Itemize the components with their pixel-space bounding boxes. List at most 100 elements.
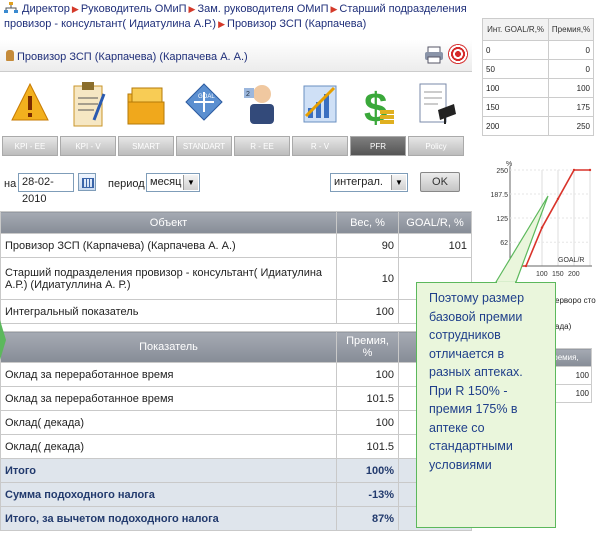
breadcrumb-arrow-icon: ▶	[188, 4, 196, 14]
module-smart[interactable]: SMART	[118, 76, 174, 158]
breadcrumb-director[interactable]: Директор	[22, 3, 70, 15]
table-row[interactable]: Оклад за переработанное время 100	[0, 362, 472, 387]
user-header: Провизор ЗСП (Карпачева) (Карпачева А. А…	[0, 40, 472, 72]
y-axis-label: %	[506, 161, 512, 168]
table-row[interactable]: Интегральный показатель 100	[0, 299, 472, 324]
bonus-chart: 62 125 187.5 250 100 150 200% GOAL/R	[482, 148, 594, 278]
column-header-object[interactable]: Объект	[0, 211, 337, 234]
object-name: Провизор ЗСП (Карпачева) (Карпачева А. А…	[0, 233, 337, 258]
indicator-value: 87%	[336, 506, 399, 531]
object-weight: 10	[336, 257, 399, 300]
scale-goal: 50	[481, 59, 550, 79]
module-r-v[interactable]: R - V	[292, 76, 348, 158]
scale-goal: 150	[481, 97, 550, 117]
breadcrumb-head-omip[interactable]: Руководитель ОМиП	[81, 3, 187, 15]
objects-table: Объект Вес, % GOAL/R, % Провизор ЗСП (Ка…	[0, 211, 472, 324]
left-edge-marker	[0, 320, 6, 360]
y-tick-label: 187.5	[490, 192, 508, 199]
table-row[interactable]: Старший подразделения провизор - консуль…	[0, 257, 472, 300]
data-point	[524, 264, 528, 268]
module-tab-label[interactable]: STANDART	[176, 136, 232, 156]
module-tab-label[interactable]: PFR	[350, 136, 406, 156]
period-label: период	[108, 178, 145, 190]
data-point	[556, 197, 560, 200]
person-icon	[6, 50, 14, 61]
x-tick-label: 200	[568, 271, 580, 278]
scale-header-bonus: Премия,%	[548, 18, 594, 41]
y-tick-label: 250	[496, 168, 508, 175]
table-row[interactable]: Итого 100%	[0, 458, 472, 483]
table-row[interactable]: Оклад( декада) 101.5	[0, 434, 472, 459]
folders-icon	[127, 87, 165, 125]
module-tab-label[interactable]: KPI - EE	[2, 136, 58, 156]
scale-row: 00	[481, 40, 594, 60]
date-input[interactable]: 28-02-2010	[18, 173, 74, 205]
period-select[interactable]: месяц ▼	[146, 173, 200, 192]
object-weight: 100	[336, 299, 399, 324]
org-chart-icon	[4, 2, 18, 13]
filter-bar: на 28-02-2010 период месяц ▼ интеграл. ▼…	[0, 168, 472, 205]
scale-bonus: 0	[548, 59, 594, 79]
module-kpi-ee[interactable]: KPI - EE	[2, 76, 58, 158]
module-tab-label[interactable]: R - V	[292, 136, 348, 156]
table-row[interactable]: Оклад за переработанное время 101.5	[0, 386, 472, 411]
module-kpi-v[interactable]: KPI - V	[60, 76, 116, 158]
table-row[interactable]: Сумма подоходного налога -13%	[0, 482, 472, 507]
goal-tile-icon: GOAL	[185, 83, 223, 121]
data-point	[588, 168, 592, 172]
x-tick-label: 150	[552, 271, 564, 278]
module-tab-label[interactable]: R - EE	[234, 136, 290, 156]
object-name: Старший подразделения провизор - консуль…	[0, 257, 337, 300]
scale-bonus: 175	[548, 97, 594, 117]
module-tab-label[interactable]: SMART	[118, 136, 174, 156]
scale-goal: 200	[481, 116, 550, 136]
indicator-name: Оклад за переработанное время	[0, 386, 337, 411]
growth-chart-icon	[303, 85, 337, 123]
module-tab-label[interactable]: KPI - V	[60, 136, 116, 156]
breadcrumb-deputy[interactable]: Зам. руководителя ОМиП	[197, 3, 328, 15]
object-name: Интегральный показатель	[0, 299, 337, 324]
side-fragment-1: ерворо сто	[555, 296, 596, 305]
object-weight: 90	[336, 233, 399, 258]
module-policy[interactable]: Policy	[408, 76, 464, 158]
warning-sign-icon	[11, 82, 49, 121]
svg-text:GOAL: GOAL	[198, 94, 215, 100]
module-pfr[interactable]: $ PFR	[350, 76, 406, 158]
module-tab-label[interactable]: Policy	[408, 136, 464, 156]
scale-row: 150 175	[481, 97, 594, 117]
mode-value: интеграл.	[334, 176, 383, 188]
indicator-name: Оклад( декада)	[0, 410, 337, 435]
module-standart[interactable]: GOAL STANDART	[176, 76, 232, 158]
period-value: месяц	[150, 176, 182, 188]
breadcrumb: Директор ▶ Руководитель ОМиП ▶ Зам. руководи…	[4, 2, 474, 36]
clipboard-icon	[73, 82, 106, 127]
current-user: Провизор ЗСП (Карпачева) (Карпачева А. А…	[6, 50, 248, 63]
table-row[interactable]: Оклад( декада) 100	[0, 410, 472, 435]
explanation-callout: Поэтому размер базовой премии сотруднико…	[416, 282, 556, 528]
printer-icon[interactable]	[424, 46, 444, 64]
data-point	[540, 226, 544, 229]
user-name: Провизор ЗСП (Карпачева) (Карпачева А. А…	[17, 51, 248, 63]
scale-row: 200 250	[481, 116, 594, 136]
table-row[interactable]: Провизор ЗСП (Карпачева) (Карпачева А. А…	[0, 233, 472, 258]
target-icon[interactable]	[448, 44, 468, 64]
module-r-ee[interactable]: 2 R - EE	[234, 76, 290, 158]
ok-button[interactable]: OK	[420, 172, 460, 192]
x-tick-label: 100	[536, 271, 548, 278]
breadcrumb-current: Провизор ЗСП (Карпачева)	[227, 18, 367, 30]
module-toolbar: KPI - EE KPI - V SMART GOAL STANDART 2 R - EE R…	[0, 76, 472, 162]
document-cap-icon	[419, 83, 456, 124]
column-header-indicator[interactable]: Показатель	[0, 331, 337, 363]
calendar-icon[interactable]	[78, 173, 96, 191]
column-header-goal[interactable]: GOAL/R, %	[398, 211, 472, 234]
indicator-name: Оклад за переработанное время	[0, 362, 337, 387]
data-point	[508, 264, 512, 268]
table-row[interactable]: Итого, за вычетом подоходного налога 87%	[0, 506, 472, 531]
indicator-name: Итого	[0, 458, 337, 483]
y-tick-label: 125	[496, 216, 508, 223]
column-header-weight[interactable]: Вес, %	[336, 211, 399, 234]
indicators-table: Показатель Премия, % Пре Оклад за перера…	[0, 331, 472, 531]
mode-select[interactable]: интеграл. ▼	[330, 173, 408, 192]
column-header-bonus[interactable]: Премия, %	[336, 331, 399, 363]
indicator-value: 101.5	[336, 434, 399, 459]
